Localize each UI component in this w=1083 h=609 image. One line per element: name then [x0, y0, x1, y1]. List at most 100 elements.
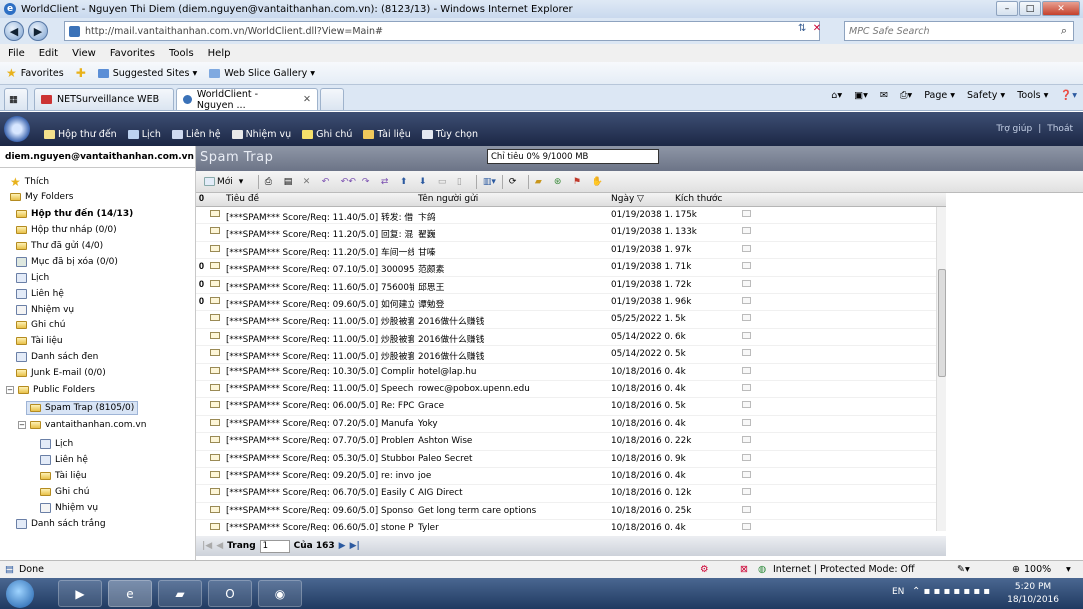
maximize-button[interactable]: □: [1019, 1, 1041, 16]
menu-favorites[interactable]: Favorites: [110, 48, 155, 59]
message-row[interactable]: [***SPAM*** Score/Req: 11.00/5.0] 炒股被套..…: [196, 346, 936, 364]
column-date[interactable]: Ngày: [611, 194, 634, 204]
folder-domain[interactable]: − vantaithanhan.com.vn: [18, 420, 146, 430]
nav-tasks[interactable]: Nhiệm vụ: [231, 129, 291, 140]
message-row[interactable]: 𝟎 [***SPAM*** Score/Req: 11.60/5.0] 75600…: [196, 277, 936, 294]
close-window-button[interactable]: ✕: [1042, 1, 1080, 16]
flag-icon[interactable]: [742, 279, 751, 287]
quick-tabs-button[interactable]: ▦: [4, 88, 28, 110]
help-link[interactable]: Trợ giúp: [996, 124, 1032, 134]
nav-options[interactable]: Tùy chọn: [421, 129, 478, 140]
message-row[interactable]: [***SPAM*** Score/Req: 09.60/5.0] Sponso…: [196, 503, 936, 521]
start-button[interactable]: [6, 580, 34, 608]
nav-documents[interactable]: Tài liệu: [363, 129, 411, 140]
flag-icon[interactable]: [742, 227, 751, 235]
flag-icon[interactable]: [742, 349, 751, 357]
first-page-icon[interactable]: |◀: [202, 541, 212, 551]
message-row[interactable]: [***SPAM*** Score/Req: 11.00/5.0] 炒股被套..…: [196, 311, 936, 329]
feeds-icon[interactable]: ▣▾: [854, 90, 868, 101]
nav-calendar[interactable]: Lịch: [127, 129, 161, 140]
spam-icon[interactable]: ⚑: [573, 175, 586, 189]
prev-page-icon[interactable]: ◀: [216, 541, 223, 551]
close-tab-icon[interactable]: ✕: [303, 94, 311, 105]
attachment-column-icon[interactable]: 𝟎: [199, 194, 204, 204]
mark-read-icon[interactable]: ▭: [438, 175, 451, 189]
flag-icon[interactable]: [742, 366, 751, 374]
mail-icon[interactable]: ✉: [880, 90, 888, 101]
tab-worldclient[interactable]: WorldClient - Nguyen ... ✕: [176, 88, 318, 111]
flag-icon[interactable]: [742, 505, 751, 513]
back-button[interactable]: ◀: [4, 21, 24, 41]
folder-public[interactable]: − Public Folders: [6, 385, 95, 395]
reply-all-icon[interactable]: ↶↶: [341, 175, 356, 189]
suggested-sites-button[interactable]: Suggested Sites ▾: [97, 68, 197, 79]
column-size[interactable]: Kích thước: [675, 194, 722, 204]
message-row[interactable]: [***SPAM*** Score/Req: 06.70/5.0] Easily…: [196, 485, 936, 503]
flag-icon[interactable]: [742, 401, 751, 409]
menu-file[interactable]: File: [8, 48, 25, 59]
next-page-icon[interactable]: ▶: [339, 541, 346, 551]
flag-icon[interactable]: [742, 244, 751, 252]
flag-icon[interactable]: [742, 297, 751, 304]
print-icon[interactable]: ⎙▾: [900, 90, 912, 101]
message-row[interactable]: [***SPAM*** Score/Req: 11.40/5.0] 转发: 借.…: [196, 207, 936, 225]
folder-sent[interactable]: Thư đã gửi (4/0): [16, 241, 103, 251]
refresh-icon[interactable]: ⟳: [509, 175, 522, 189]
tray-icons[interactable]: ⌃ ▪ ▪ ▪ ▪ ▪ ▪ ▪: [912, 586, 990, 597]
security-zone[interactable]: Internet | Protected Mode: Off: [773, 564, 915, 575]
message-row[interactable]: 𝟎 [***SPAM*** Score/Req: 09.60/5.0] 如何建立.…: [196, 294, 936, 312]
folder-blacklist[interactable]: Danh sách đen: [16, 352, 98, 362]
folder-favorites[interactable]: ★ Thích: [10, 175, 49, 189]
add-favorite-button[interactable]: ✚: [76, 66, 86, 80]
page-menu[interactable]: Page ▾: [924, 90, 955, 101]
folder-my-folders[interactable]: My Folders: [10, 192, 73, 202]
search-input[interactable]: MPC Safe Search ⌕: [844, 21, 1074, 41]
domain-tasks[interactable]: Nhiệm vụ: [40, 503, 98, 513]
message-row[interactable]: [***SPAM*** Score/Req: 06.00/5.0] Re: FP…: [196, 398, 936, 416]
new-tab-button[interactable]: [320, 88, 344, 110]
flag-icon[interactable]: [742, 418, 751, 426]
message-row[interactable]: [***SPAM*** Score/Req: 11.20/5.0] 回复: 混.…: [196, 224, 936, 242]
next-icon[interactable]: ⬇: [419, 175, 432, 189]
nav-notes[interactable]: Ghi chú: [302, 129, 352, 140]
folder-deleted[interactable]: Mục đã bị xóa (0/0): [16, 257, 118, 267]
url-field[interactable]: http://mail.vantaithanhan.com.vn/WorldCl…: [64, 21, 820, 41]
menu-help[interactable]: Help: [208, 48, 231, 59]
previous-icon[interactable]: ⬆: [400, 175, 413, 189]
flag-icon[interactable]: [742, 523, 751, 531]
help-icon[interactable]: ❓▾: [1060, 90, 1077, 101]
message-row[interactable]: [***SPAM*** Score/Req: 11.00/5.0] 炒股被套..…: [196, 329, 936, 347]
language-indicator[interactable]: EN: [892, 587, 904, 597]
message-row[interactable]: [***SPAM*** Score/Req: 05.30/5.0] Stubbo…: [196, 451, 936, 468]
message-row[interactable]: [***SPAM*** Score/Req: 09.20/5.0] re: in…: [196, 468, 936, 486]
delete-icon[interactable]: ✕: [303, 175, 316, 189]
protected-mode-icon[interactable]: ✎▾: [957, 564, 970, 575]
tools-menu[interactable]: Tools ▾: [1017, 90, 1048, 101]
file-explorer-icon[interactable]: ▰: [158, 580, 202, 607]
internet-explorer-icon[interactable]: e: [108, 580, 152, 607]
vertical-scrollbar[interactable]: [936, 207, 946, 531]
message-row[interactable]: [***SPAM*** Score/Req: 07.20/5.0] Manufa…: [196, 416, 936, 434]
last-page-icon[interactable]: ▶|: [350, 541, 360, 551]
flag-icon[interactable]: [742, 210, 751, 217]
message-row[interactable]: [***SPAM*** Score/Req: 06.60/5.0] stone …: [196, 520, 936, 536]
folder-tasks[interactable]: Nhiệm vụ: [16, 305, 74, 315]
message-row[interactable]: [***SPAM*** Score/Req: 11.00/5.0] Speech…: [196, 381, 936, 399]
columns-icon[interactable]: ▥▾: [483, 175, 496, 189]
flag-icon[interactable]: [742, 436, 751, 444]
flag-icon[interactable]: [742, 488, 751, 496]
tab-netsurveillance[interactable]: NETSurveillance WEB: [34, 88, 174, 110]
chrome-icon[interactable]: ◉: [258, 580, 302, 607]
flag-icon[interactable]: [742, 384, 751, 391]
column-subject[interactable]: Tiêu đề: [226, 194, 259, 204]
nav-inbox[interactable]: Hộp thư đến: [44, 129, 117, 140]
folder-junk[interactable]: Junk E-mail (0/0): [16, 368, 106, 378]
message-row[interactable]: 𝟎 [***SPAM*** Score/Req: 07.10/5.0] 30009…: [196, 259, 936, 277]
search-icon[interactable]: ⌕: [1061, 24, 1067, 38]
folder-inbox[interactable]: Hộp thư đến (14/13): [16, 209, 133, 219]
forward-icon[interactable]: ↷: [362, 175, 375, 189]
outlook-icon[interactable]: O: [208, 580, 252, 607]
logout-link[interactable]: Thoát: [1047, 124, 1073, 134]
page-number-input[interactable]: [259, 539, 290, 553]
filter-icon[interactable]: ⊛: [554, 175, 567, 189]
